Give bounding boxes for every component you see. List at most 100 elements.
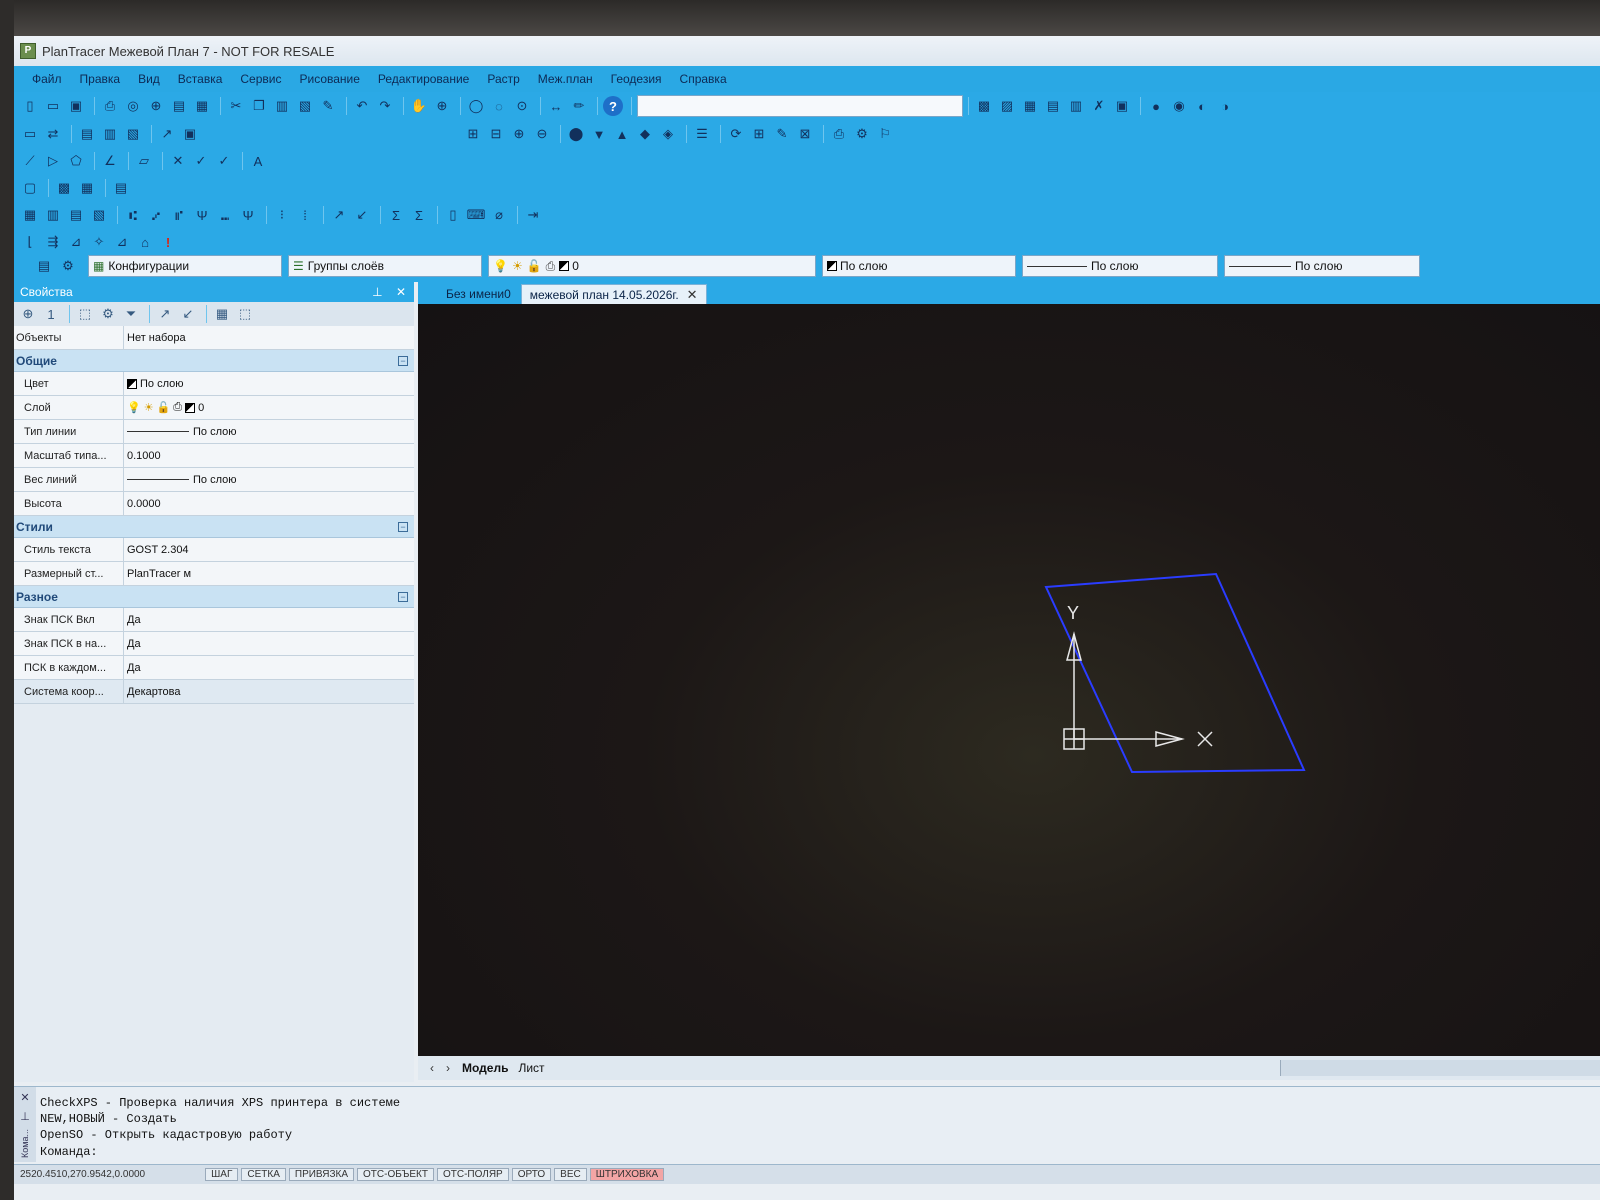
raster-tool-4-icon[interactable]: ▤ [1043, 96, 1063, 116]
linetype-combo[interactable]: По слою [1022, 255, 1218, 277]
align-1-icon[interactable]: ⁝ [272, 205, 292, 225]
undo-icon[interactable]: ↶ [352, 96, 372, 116]
numbering-5-icon[interactable]: ⑉ [215, 205, 235, 225]
copy-icon[interactable]: ❐ [249, 96, 269, 116]
prop-row-height[interactable]: Высота 0.0000 [14, 492, 414, 516]
object-remove-icon[interactable]: ⊟ [486, 124, 506, 144]
collapse-icon[interactable]: − [398, 355, 408, 366]
publish-icon[interactable]: ⊕ [146, 96, 166, 116]
point-query-icon[interactable]: ◈ [658, 124, 678, 144]
menu-file[interactable]: Файл [32, 72, 62, 86]
lineweight-combo[interactable]: По слою [1224, 255, 1420, 277]
objects-row[interactable]: Объекты Нет набора [14, 326, 414, 350]
help-icon[interactable]: ? [603, 96, 623, 116]
status-grid-button[interactable]: СЕТКА [241, 1168, 286, 1181]
status-ortho-button[interactable]: ОРТО [511, 1168, 552, 1181]
numbering-6-icon[interactable]: Ψ [238, 205, 258, 225]
geo-tool-5-icon[interactable]: ⊿ [112, 232, 132, 252]
export-table-icon[interactable]: ↗ [329, 205, 349, 225]
table-3-icon[interactable]: ▤ [66, 205, 86, 225]
search-input[interactable] [637, 95, 963, 117]
insert-block-icon[interactable]: ↗ [157, 124, 177, 144]
triangle-point-icon[interactable]: ▲ [612, 124, 632, 144]
menu-modify[interactable]: Редактирование [378, 72, 469, 86]
check-2-icon[interactable]: ✓ [214, 151, 234, 171]
menu-help[interactable]: Справка [680, 72, 727, 86]
table-2-icon[interactable]: ▥ [43, 205, 63, 225]
raster-tool-3-icon[interactable]: ▦ [1020, 96, 1040, 116]
refresh-icon[interactable]: ⟳ [726, 124, 746, 144]
grid-edit-icon[interactable]: ✎ [772, 124, 792, 144]
select-objects-icon[interactable]: ⬚ [75, 304, 95, 324]
object-merge-icon[interactable]: ⊕ [509, 124, 529, 144]
menu-insert[interactable]: Вставка [178, 72, 223, 86]
table-1-icon[interactable]: ▦ [20, 205, 40, 225]
menu-draw[interactable]: Рисование [299, 72, 359, 86]
status-osnap-button[interactable]: ПРИВЯЗКА [288, 1168, 355, 1181]
angle-icon[interactable]: ∠ [100, 151, 120, 171]
geo-tool-3-icon[interactable]: ⊿ [66, 232, 86, 252]
exit-icon[interactable]: ⇥ [523, 205, 543, 225]
collapse-icon[interactable]: − [398, 521, 408, 532]
tab-boundary-plan[interactable]: межевой план 14.05.2026г. ✕ [520, 284, 707, 304]
layer-previous-icon[interactable]: ▥ [100, 124, 120, 144]
export-props-icon[interactable]: ↗ [155, 304, 175, 324]
raster-tool-1-icon[interactable]: ▩ [974, 96, 994, 116]
prop-row-ucs-on[interactable]: Знак ПСК Вкл Да [14, 608, 414, 632]
prop-row-ucs-origin[interactable]: Знак ПСК в на... Да [14, 632, 414, 656]
object-add-icon[interactable]: ⊞ [463, 124, 483, 144]
next-tab-icon[interactable]: › [446, 1061, 450, 1075]
keyboard-icon[interactable]: ⌨ [466, 205, 486, 225]
parallelogram-icon[interactable]: ▱ [134, 151, 154, 171]
prop-row-linetype-scale[interactable]: Масштаб типа... 0.1000 [14, 444, 414, 468]
building-icon[interactable]: ⌂ [135, 232, 155, 252]
import-table-icon[interactable]: ↙ [352, 205, 372, 225]
list-icon[interactable]: ☰ [692, 124, 712, 144]
print-report-icon[interactable]: ⎙ [829, 124, 849, 144]
section-misc[interactable]: Разное − [14, 586, 414, 608]
text-tool-icon[interactable]: A [248, 151, 268, 171]
object-split-icon[interactable]: ⊖ [532, 124, 552, 144]
match-properties-icon[interactable]: ✎ [318, 96, 338, 116]
export-icon[interactable]: ▦ [192, 96, 212, 116]
numbering-4-icon[interactable]: Ψ [192, 205, 212, 225]
attach-icon[interactable]: ▣ [180, 124, 200, 144]
cross-icon[interactable]: ✕ [168, 151, 188, 171]
point-pin-icon[interactable]: ▼ [589, 124, 609, 144]
layer-manager-icon[interactable]: ▤ [77, 124, 97, 144]
diameter-icon[interactable]: ⌀ [489, 205, 509, 225]
save-icon[interactable]: ▣ [66, 96, 86, 116]
point-marker-icon[interactable]: ⬤ [566, 124, 586, 144]
command-input[interactable]: Команда: [40, 1145, 98, 1159]
section-styles[interactable]: Стили − [14, 516, 414, 538]
zoom-previous-icon[interactable]: ◌ [489, 96, 509, 116]
color-combo[interactable]: По слою [822, 255, 1016, 277]
configurations-combo[interactable]: ▦ Конфигурации [88, 255, 282, 277]
sum-icon[interactable]: Σ [386, 205, 406, 225]
align-2-icon[interactable]: ⁞ [295, 205, 315, 225]
grid-delete-icon[interactable]: ⊠ [795, 124, 815, 144]
menu-raster[interactable]: Растр [487, 72, 519, 86]
menu-service[interactable]: Сервис [240, 72, 281, 86]
single-select-icon[interactable]: 1 [41, 304, 61, 324]
raster-tool-7-icon[interactable]: ▣ [1112, 96, 1132, 116]
map-layer-3-icon[interactable]: ◐ [1192, 96, 1212, 116]
zoom-realtime-icon[interactable]: ⊕ [432, 96, 452, 116]
paste-icon[interactable]: ▥ [272, 96, 292, 116]
section-general[interactable]: Общие − [14, 350, 414, 372]
prop-row-linetype[interactable]: Тип линии По слою [14, 420, 414, 444]
paste-special-icon[interactable]: ▧ [295, 96, 315, 116]
plot-icon[interactable]: ▤ [169, 96, 189, 116]
raster-tool-5-icon[interactable]: ▥ [1066, 96, 1086, 116]
pencil-icon[interactable]: ✏ [569, 96, 589, 116]
alert-icon[interactable]: ! [158, 232, 178, 252]
menu-edit[interactable]: Правка [80, 72, 121, 86]
pan-icon[interactable]: ✋ [409, 96, 429, 116]
menu-view[interactable]: Вид [138, 72, 160, 86]
rectangle-icon[interactable]: ▭ [20, 124, 40, 144]
tab-untitled[interactable]: Без имени0 [438, 284, 519, 304]
measure-distance-icon[interactable]: ↔ [546, 96, 566, 116]
prop-row-layer[interactable]: Слой 💡 ☀ 🔓 ⎙ 0 [14, 396, 414, 420]
filter-icon[interactable]: ⏷ [121, 304, 141, 324]
new-file-icon[interactable]: ▯ [20, 96, 40, 116]
